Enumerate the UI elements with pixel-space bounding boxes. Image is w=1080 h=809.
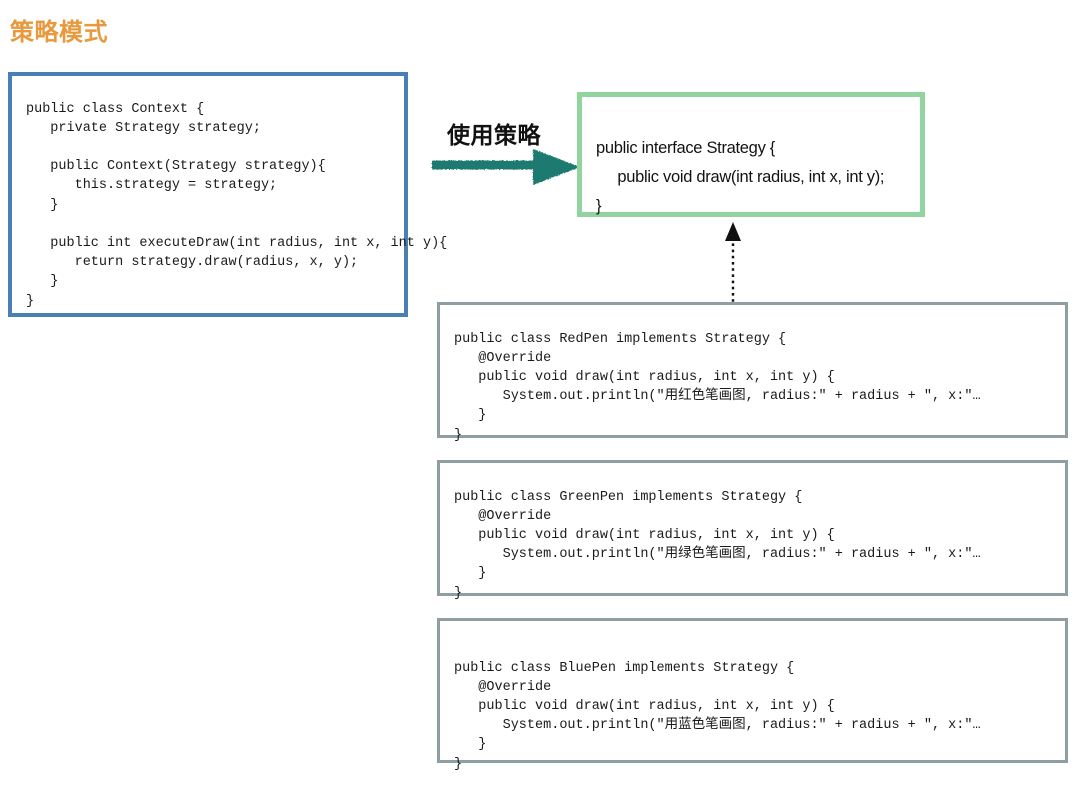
strategy-interface-box: public interface Strategy { public void … (577, 92, 925, 217)
implements-arrow-icon (725, 222, 741, 308)
redpen-class-code: public class RedPen implements Strategy … (454, 331, 981, 443)
greenpen-class-code: public class GreenPen implements Strateg… (454, 489, 981, 601)
use-strategy-arrow-icon (432, 149, 580, 185)
strategy-interface-code: public interface Strategy { public void … (596, 138, 885, 215)
bluepen-class-code: public class BluePen implements Strategy… (454, 660, 981, 772)
context-class-box: public class Context { private Strategy … (8, 72, 447, 317)
page-title: 策略模式 (10, 19, 108, 46)
context-class-code: public class Context { private Strategy … (26, 101, 448, 309)
use-strategy-label: 使用策略 (447, 122, 541, 148)
bluepen-class-box: public class BluePen implements Strategy… (437, 618, 1068, 772)
greenpen-class-box: public class GreenPen implements Strateg… (437, 460, 1068, 601)
redpen-class-box: public class RedPen implements Strategy … (437, 302, 1068, 443)
